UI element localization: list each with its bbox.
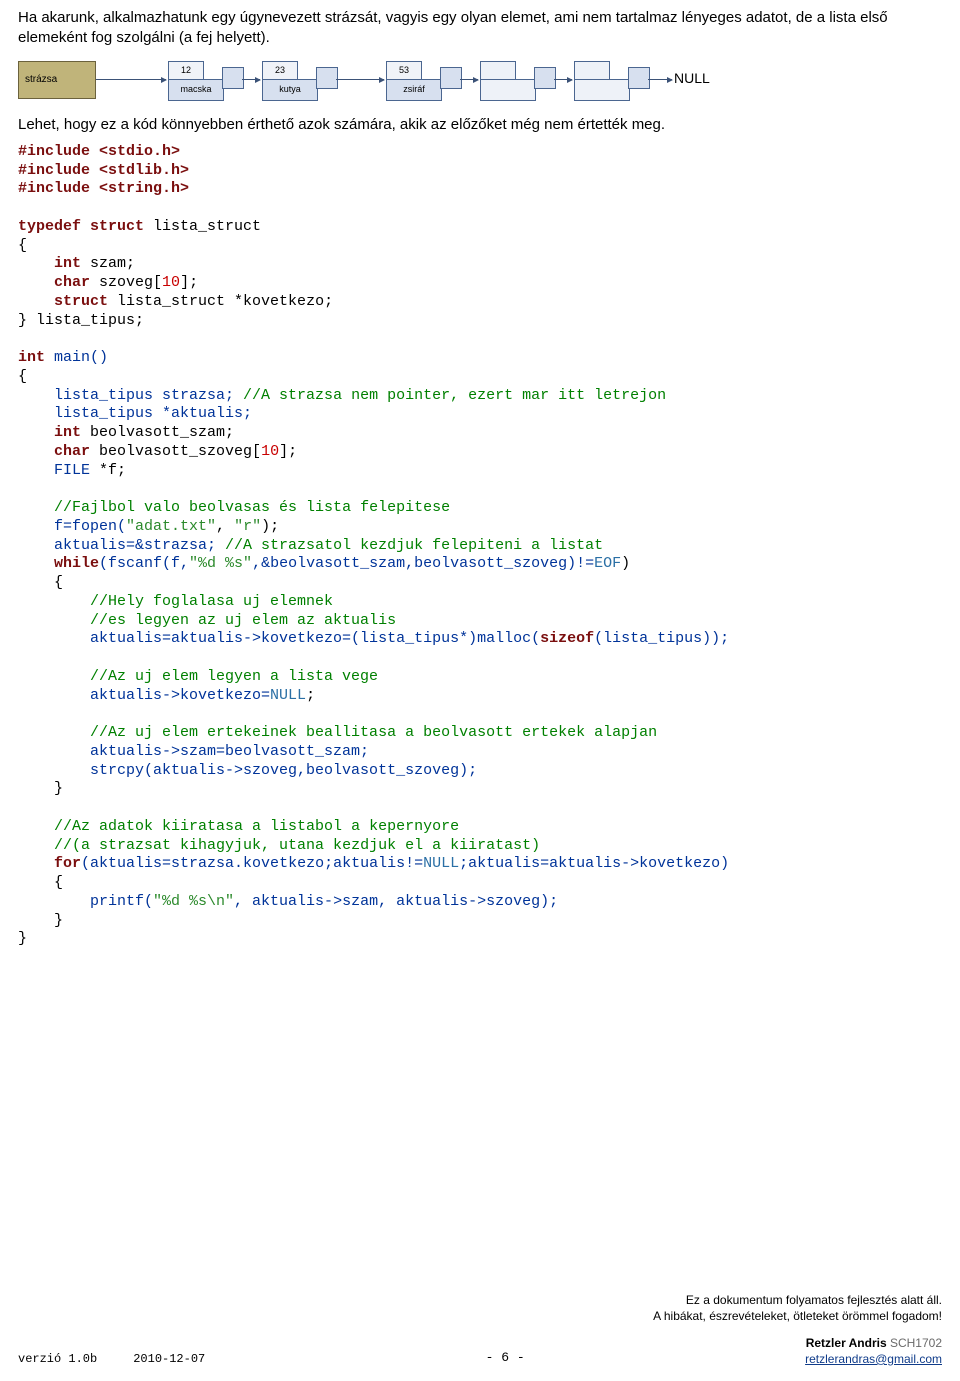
- diagram-node-3-label: zsiráf: [386, 79, 442, 101]
- footer-date: 2010-12-07: [133, 1351, 205, 1367]
- code-block: #include <stdio.h> #include <stdlib.h> #…: [18, 143, 942, 949]
- diagram-node-1-label: macska: [168, 79, 224, 101]
- pointer-box-icon: [316, 67, 338, 89]
- pointer-box-icon: [222, 67, 244, 89]
- page-footer: Ez a dokumentum folyamatos fejlesztés al…: [18, 1292, 942, 1367]
- intro-paragraph-1: Ha akarunk, alkalmazhatunk egy úgyneveze…: [18, 8, 942, 49]
- arrow-icon: [242, 79, 260, 80]
- diagram-strazsa-node: strázsa: [18, 61, 96, 99]
- pointer-box-icon: [628, 67, 650, 89]
- diagram-null-label: NULL: [674, 69, 710, 88]
- diagram-node-2-label: kutya: [262, 79, 318, 101]
- footer-page-number: - 6 -: [486, 1349, 525, 1367]
- footer-email-link[interactable]: retzlerandras@gmail.com: [805, 1352, 942, 1366]
- arrow-icon: [460, 79, 478, 80]
- footer-author-code: SCH1702: [887, 1336, 942, 1350]
- arrow-icon: [96, 79, 166, 80]
- footer-note-2: A hibákat, észrevételeket, ötleteket örö…: [18, 1308, 942, 1324]
- diagram-node-2-num: 23: [262, 61, 298, 81]
- diagram-node-1-num: 12: [168, 61, 204, 81]
- arrow-icon: [336, 79, 384, 80]
- arrow-icon: [554, 79, 572, 80]
- diagram-node-3-num: 53: [386, 61, 422, 81]
- footer-note-1: Ez a dokumentum folyamatos fejlesztés al…: [18, 1292, 942, 1308]
- intro-paragraph-2: Lehet, hogy ez a kód könnyebben érthető …: [18, 115, 942, 135]
- footer-version: verzió 1.0b: [18, 1351, 97, 1367]
- linked-list-diagram: strázsa 12 macska 23 kutya 53 zsiráf: [18, 57, 718, 105]
- pointer-box-icon: [440, 67, 462, 89]
- footer-author-name: Retzler Andris: [806, 1336, 887, 1350]
- pointer-box-icon: [534, 67, 556, 89]
- arrow-icon: [648, 79, 672, 80]
